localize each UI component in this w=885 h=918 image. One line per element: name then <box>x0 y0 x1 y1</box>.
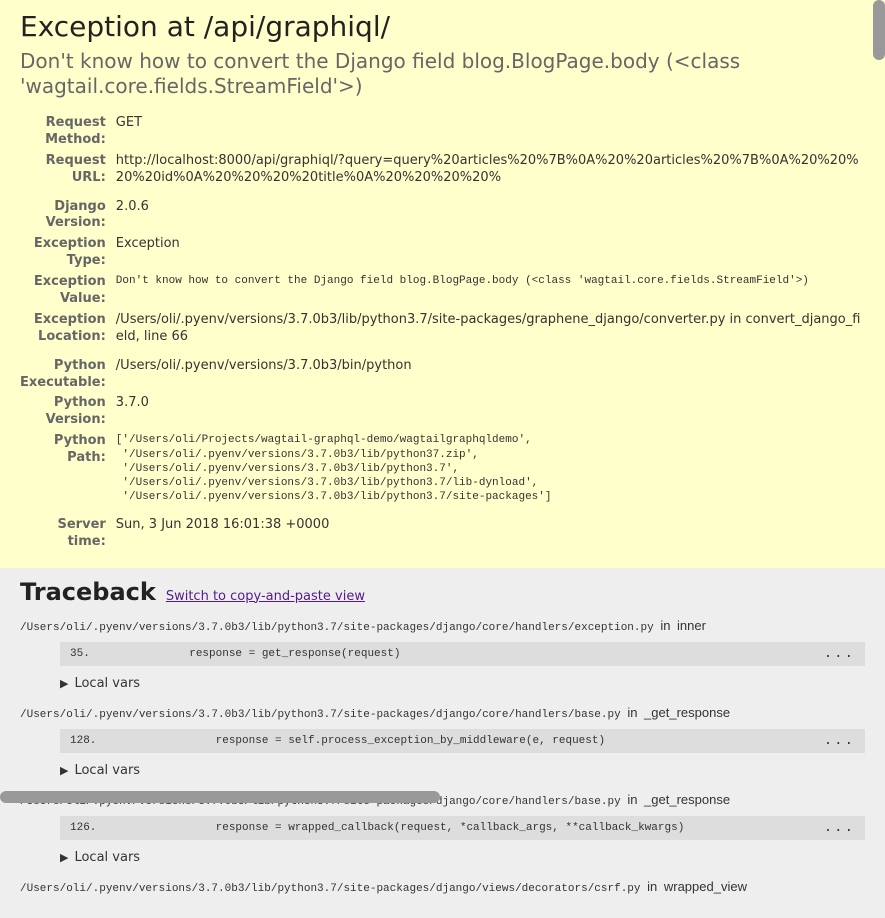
table-row: Python Version: 3.7.0 <box>20 393 865 431</box>
frame-location: /Users/oli/.pyenv/versions/3.7.0b3/lib/p… <box>20 879 865 895</box>
code-text: response = get_response(request) <box>110 648 855 660</box>
exception-type-label: Exception Type: <box>20 234 114 272</box>
table-row: Django Version: 2.0.6 <box>20 197 865 235</box>
frame-file: /Users/oli/.pyenv/versions/3.7.0b3/lib/p… <box>20 709 621 721</box>
server-time-label: Server time: <box>20 515 114 553</box>
triangle-right-icon: ▶ <box>60 677 68 690</box>
code-text: response = self.process_exception_by_mid… <box>110 735 855 747</box>
in-word: in <box>660 618 670 633</box>
line-number: 126. <box>70 822 110 834</box>
traceback-heading: Traceback <box>20 578 156 606</box>
frame-location: /Users/oli/.pyenv/versions/3.7.0b3/lib/p… <box>20 705 865 721</box>
error-message: Don't know how to convert the Django fie… <box>20 49 865 99</box>
request-method-label: Request Method: <box>20 113 114 151</box>
python-version-value: 3.7.0 <box>114 393 865 431</box>
traceback-frame: /Users/oli/.pyenv/versions/3.7.0b3/lib/p… <box>20 618 865 691</box>
request-url-value: http://localhost:8000/api/graphiql/?quer… <box>114 151 865 197</box>
exception-value-value: Don't know how to convert the Django fie… <box>114 272 865 310</box>
line-number: 128. <box>70 735 110 747</box>
table-row: Server time: Sun, 3 Jun 2018 16:01:38 +0… <box>20 515 865 553</box>
frame-func: wrapped_view <box>664 879 747 894</box>
traceback-header: Traceback Switch to copy-and-paste view <box>20 578 865 606</box>
django-version-value: 2.0.6 <box>114 197 865 235</box>
exception-type-value: Exception <box>114 234 865 272</box>
local-vars-label: Local vars <box>74 763 140 778</box>
local-vars-label: Local vars <box>74 676 140 691</box>
frame-file: /Users/oli/.pyenv/versions/3.7.0b3/lib/p… <box>20 883 641 895</box>
django-version-label: Django Version: <box>20 197 114 235</box>
python-version-label: Python Version: <box>20 393 114 431</box>
table-row: Python Executable: /Users/oli/.pyenv/ver… <box>20 356 865 394</box>
code-line[interactable]: 128. response = self.process_exception_b… <box>60 729 865 753</box>
frame-func: inner <box>677 618 706 633</box>
line-number: 35. <box>70 648 110 660</box>
local-vars-toggle[interactable]: ▶ Local vars <box>60 763 865 778</box>
python-executable-value: /Users/oli/.pyenv/versions/3.7.0b3/bin/p… <box>114 356 865 394</box>
local-vars-toggle[interactable]: ▶ Local vars <box>60 850 865 865</box>
horizontal-scrollbar[interactable] <box>0 791 440 803</box>
page-title: Exception at /api/graphiql/ <box>20 10 865 43</box>
exception-location-value: /Users/oli/.pyenv/versions/3.7.0b3/lib/p… <box>114 310 865 356</box>
exception-location-label: Exception Location: <box>20 310 114 356</box>
request-url-label: Request URL: <box>20 151 114 197</box>
exception-value-label: Exception Value: <box>20 272 114 310</box>
local-vars-label: Local vars <box>74 850 140 865</box>
request-info-table: Request Method: GET Request URL: http://… <box>20 113 865 553</box>
python-executable-label: Python Executable: <box>20 356 114 394</box>
triangle-right-icon: ▶ <box>60 764 68 777</box>
ellipsis-icon: ... <box>824 820 855 836</box>
table-row: Exception Value: Don't know how to conve… <box>20 272 865 310</box>
local-vars-toggle[interactable]: ▶ Local vars <box>60 676 865 691</box>
traceback-section: Traceback Switch to copy-and-paste view … <box>0 568 885 918</box>
in-word: in <box>627 792 637 807</box>
traceback-frame: /Users/oli/.pyenv/versions/3.7.0b3/lib/p… <box>20 879 865 895</box>
table-row: Exception Location: /Users/oli/.pyenv/ve… <box>20 310 865 356</box>
vertical-scrollbar[interactable] <box>873 0 885 60</box>
code-line[interactable]: 126. response = wrapped_callback(request… <box>60 816 865 840</box>
table-row: Request URL: http://localhost:8000/api/g… <box>20 151 865 197</box>
switch-view-link[interactable]: Switch to copy-and-paste view <box>166 589 365 604</box>
frame-file: /Users/oli/.pyenv/versions/3.7.0b3/lib/p… <box>20 622 654 634</box>
table-row: Request Method: GET <box>20 113 865 151</box>
in-word: in <box>627 705 637 720</box>
in-word: in <box>647 879 657 894</box>
code-line[interactable]: 35. response = get_response(request)... <box>60 642 865 666</box>
python-path-value: ['/Users/oli/Projects/wagtail-graphql-de… <box>114 431 865 514</box>
request-method-value: GET <box>114 113 865 151</box>
ellipsis-icon: ... <box>824 646 855 662</box>
ellipsis-icon: ... <box>824 733 855 749</box>
traceback-frame: /Users/oli/.pyenv/versions/3.7.0b3/lib/p… <box>20 705 865 778</box>
code-text: response = wrapped_callback(request, *ca… <box>110 822 855 834</box>
error-summary: Exception at /api/graphiql/ Don't know h… <box>0 0 885 568</box>
server-time-value: Sun, 3 Jun 2018 16:01:38 +0000 <box>114 515 865 553</box>
python-path-label: Python Path: <box>20 431 114 514</box>
frame-location: /Users/oli/.pyenv/versions/3.7.0b3/lib/p… <box>20 618 865 634</box>
table-row: Python Path: ['/Users/oli/Projects/wagta… <box>20 431 865 514</box>
table-row: Exception Type: Exception <box>20 234 865 272</box>
triangle-right-icon: ▶ <box>60 851 68 864</box>
frame-func: _get_response <box>644 792 730 807</box>
frame-func: _get_response <box>644 705 730 720</box>
